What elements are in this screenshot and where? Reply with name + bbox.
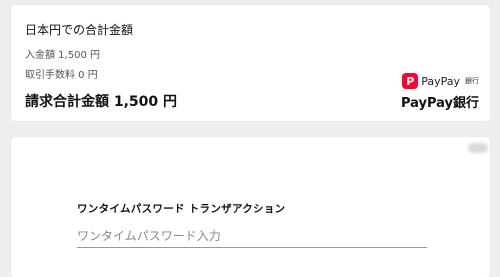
- logo-subtext: 銀行: [465, 77, 479, 85]
- logo-text: PayPay: [421, 74, 460, 88]
- otp-input[interactable]: [77, 225, 427, 248]
- otp-label: ワンタイムパスワード トランザアクション: [77, 203, 286, 215]
- otp-card: ワンタイムパスワード トランザアクション: [11, 137, 490, 277]
- deposit-amount: 入金額 1,500 円: [25, 50, 100, 61]
- transaction-fee: 取引手数料 0 円: [25, 70, 98, 81]
- bank-name: PayPay銀行: [400, 96, 479, 111]
- blurred-corner-element: [468, 143, 488, 153]
- summary-title: 日本円での合計金額: [25, 23, 134, 37]
- paypay-logo-icon: P: [402, 73, 419, 89]
- payment-summary-card: 日本円での合計金額 入金額 1,500 円 取引手数料 0 円 請求合計金額 1…: [11, 5, 490, 121]
- paypay-bank-logo: P PayPay 銀行: [402, 73, 479, 89]
- total-amount: 請求合計金額 1,500 円: [25, 94, 178, 110]
